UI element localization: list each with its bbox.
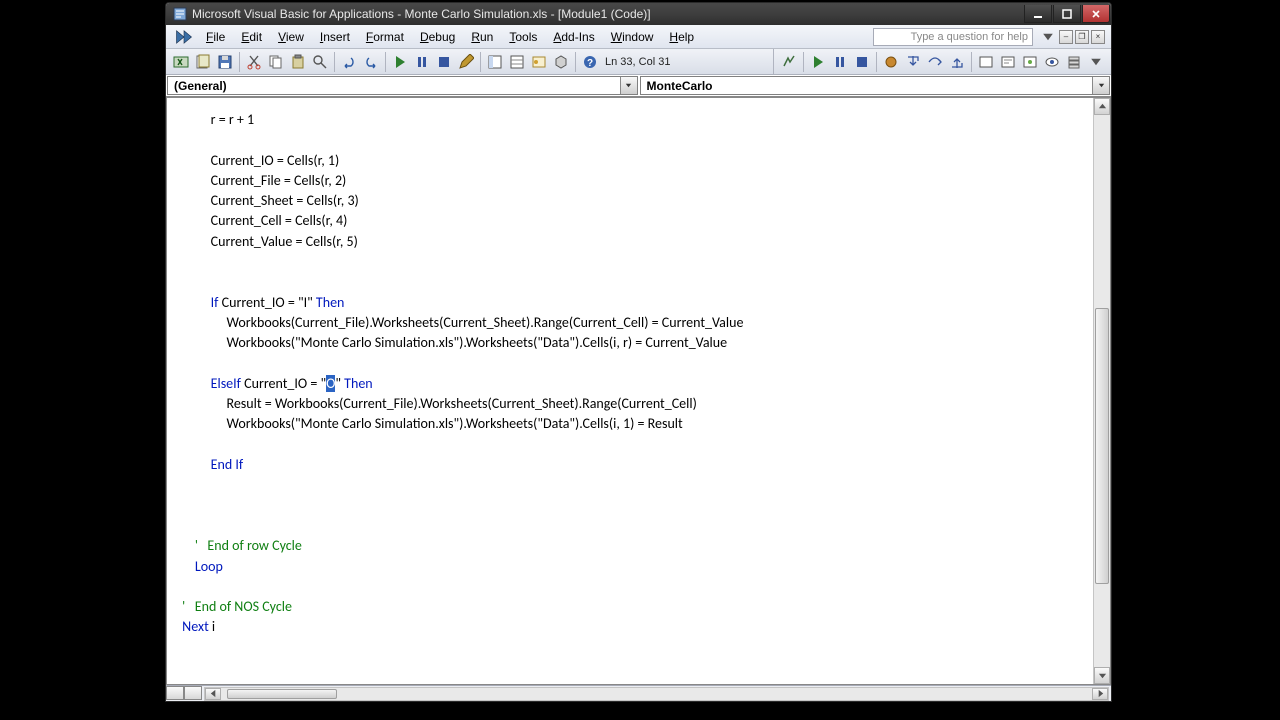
procedure-view-button[interactable]	[166, 686, 184, 700]
mdi-icon[interactable]	[174, 27, 194, 47]
scroll-left-icon[interactable]	[205, 688, 221, 700]
menu-window[interactable]: Window	[603, 28, 662, 46]
code-area[interactable]: r = r + 1 Current_IO = Cells(r, 1) Curre…	[167, 98, 1093, 684]
quick-watch-icon[interactable]	[1042, 52, 1062, 72]
step-over-icon[interactable]	[925, 52, 945, 72]
save-icon[interactable]	[215, 52, 235, 72]
menu-tools[interactable]: Tools	[501, 28, 545, 46]
code-pane-combos: (General) MonteCarlo	[166, 75, 1111, 97]
menubar: FileEditViewInsertFormatDebugRunToolsAdd…	[166, 25, 1111, 49]
run2-icon[interactable]	[808, 52, 828, 72]
scroll-track[interactable]	[1094, 115, 1110, 667]
scroll-right-icon[interactable]	[1092, 688, 1108, 700]
step-into-icon[interactable]	[903, 52, 923, 72]
menu-edit[interactable]: Edit	[233, 28, 270, 46]
mdi-minimize-button[interactable]: –	[1059, 30, 1073, 44]
object-combo[interactable]: (General)	[167, 76, 638, 95]
project-explorer-icon[interactable]	[485, 52, 505, 72]
view-mode-toggle	[166, 686, 202, 701]
locals-window-icon[interactable]	[976, 52, 996, 72]
redo-icon[interactable]	[361, 52, 381, 72]
watch-window-icon[interactable]	[1020, 52, 1040, 72]
statusbar	[166, 685, 1111, 701]
reset2-icon[interactable]	[852, 52, 872, 72]
find-icon[interactable]	[310, 52, 330, 72]
cursor-position-label: Ln 33, Col 31	[605, 56, 695, 68]
close-button[interactable]	[1082, 5, 1110, 23]
code-editor: r = r + 1 Current_IO = Cells(r, 1) Curre…	[166, 97, 1111, 685]
scroll-thumb[interactable]	[1095, 308, 1109, 584]
menu-help[interactable]: Help	[661, 28, 702, 46]
svg-text:?: ?	[587, 58, 593, 69]
procedure-combo[interactable]: MonteCarlo	[640, 76, 1111, 95]
toggle-breakpoint-icon[interactable]	[881, 52, 901, 72]
run-icon[interactable]	[390, 52, 410, 72]
menu-view[interactable]: View	[270, 28, 312, 46]
reset-icon[interactable]	[434, 52, 454, 72]
maximize-button[interactable]	[1053, 5, 1081, 23]
debug-toolbar	[773, 49, 1107, 74]
titlebar[interactable]: Microsoft Visual Basic for Applications …	[166, 3, 1111, 25]
hscroll-track[interactable]	[221, 688, 1092, 700]
window-controls	[1023, 5, 1110, 23]
mdi-restore-button[interactable]: ❐	[1075, 30, 1089, 44]
insert-module-icon[interactable]	[193, 52, 213, 72]
object-combo-value: (General)	[168, 79, 233, 93]
full-module-view-button[interactable]	[184, 686, 202, 700]
cut-icon[interactable]	[244, 52, 264, 72]
vba-ide-window: Microsoft Visual Basic for Applications …	[165, 2, 1112, 702]
help-search-input[interactable]	[873, 28, 1033, 46]
vertical-scrollbar[interactable]	[1093, 98, 1110, 684]
menu-run[interactable]: Run	[463, 28, 501, 46]
paste-icon[interactable]	[288, 52, 308, 72]
window-title: Microsoft Visual Basic for Applications …	[192, 7, 1023, 21]
scroll-down-icon[interactable]	[1094, 667, 1110, 684]
copy-icon[interactable]	[266, 52, 286, 72]
design-mode-icon[interactable]	[456, 52, 476, 72]
chevron-down-icon[interactable]	[620, 77, 637, 94]
code-text[interactable]: r = r + 1 Current_IO = Cells(r, 1) Curre…	[179, 110, 1093, 638]
object-browser-icon[interactable]	[529, 52, 549, 72]
app-icon	[172, 6, 188, 22]
help-dropdown-icon[interactable]	[1038, 27, 1058, 47]
toolbar-overflow-icon[interactable]	[1086, 52, 1106, 72]
toolbox-icon[interactable]	[551, 52, 571, 72]
break-icon[interactable]	[412, 52, 432, 72]
menu-add-ins[interactable]: Add-Ins	[545, 28, 602, 46]
step-out-icon[interactable]	[947, 52, 967, 72]
call-stack-icon[interactable]	[1064, 52, 1084, 72]
minimize-button[interactable]	[1024, 5, 1052, 23]
menu-file[interactable]: File	[198, 28, 233, 46]
properties-icon[interactable]	[507, 52, 527, 72]
break2-icon[interactable]	[830, 52, 850, 72]
standard-toolbar: ? Ln 33, Col 31	[166, 49, 1111, 75]
menu-format[interactable]: Format	[358, 28, 412, 46]
mdi-controls: – ❐ ×	[1059, 30, 1105, 44]
menu-debug[interactable]: Debug	[412, 28, 463, 46]
view-excel-icon[interactable]	[171, 52, 191, 72]
mdi-close-button[interactable]: ×	[1091, 30, 1105, 44]
help-icon[interactable]: ?	[580, 52, 600, 72]
undo-icon[interactable]	[339, 52, 359, 72]
hscroll-thumb[interactable]	[227, 689, 337, 699]
procedure-combo-value: MonteCarlo	[641, 79, 719, 93]
chevron-down-icon[interactable]	[1092, 77, 1109, 94]
scroll-up-icon[interactable]	[1094, 98, 1110, 115]
horizontal-scrollbar[interactable]	[204, 687, 1109, 701]
compile-icon[interactable]	[779, 52, 799, 72]
menu-insert[interactable]: Insert	[312, 28, 358, 46]
immediate-window-icon[interactable]	[998, 52, 1018, 72]
